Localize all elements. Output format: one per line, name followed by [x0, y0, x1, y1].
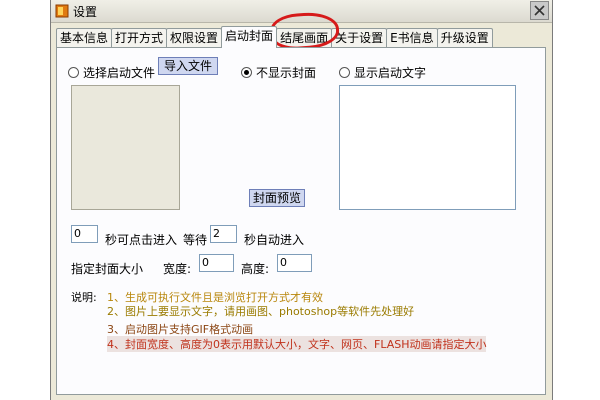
startup-text-area[interactable] — [339, 85, 516, 210]
notes-prefix: 说明: — [71, 291, 97, 304]
close-icon — [534, 5, 545, 16]
radio-show-text[interactable] — [339, 67, 350, 78]
tab-permissions[interactable]: 权限设置 — [166, 28, 223, 48]
tab-basic-info[interactable]: 基本信息 — [56, 28, 113, 48]
startup-cover-panel: 选择启动文件 导入文件 不显示封面 显示启动文字 封面预览 0 秒可点击进入 等… — [56, 47, 546, 395]
cover-preview-button[interactable]: 封面预览 — [249, 189, 305, 207]
height-input[interactable]: 0 — [277, 254, 312, 272]
height-label: 高度: — [241, 262, 270, 276]
click-seconds-label: 秒可点击进入 — [105, 233, 178, 247]
radio-show-text-label: 显示启动文字 — [354, 66, 427, 80]
auto-seconds-input[interactable]: 2 — [210, 225, 237, 243]
import-file-button[interactable]: 导入文件 — [158, 57, 218, 75]
radio-no-cover[interactable] — [241, 67, 252, 78]
cover-image-preview — [71, 85, 180, 210]
tab-about[interactable]: 关于设置 — [331, 28, 388, 48]
note-4: 4、封面宽度、高度为0表示用默认大小，文字、网页、FLASH动画请指定大小 — [107, 336, 487, 352]
note-2: 2、图片上要显示文字，请用画图、photoshop等软件先处理好 — [107, 305, 415, 318]
tab-bar: 基本信息 打开方式 权限设置 启动封面 结尾画面 关于设置 E书信息 升级设置 — [56, 26, 493, 48]
radio-select-file-label: 选择启动文件 — [83, 66, 156, 80]
auto-seconds-label: 秒自动进入 — [244, 233, 305, 247]
radio-select-file[interactable] — [68, 67, 79, 78]
tab-ebook-info[interactable]: E书信息 — [386, 28, 438, 48]
tab-upgrade[interactable]: 升级设置 — [436, 28, 493, 48]
click-seconds-input[interactable]: 0 — [71, 225, 98, 243]
tab-open-mode[interactable]: 打开方式 — [111, 28, 168, 48]
app-icon — [55, 4, 69, 18]
window-title: 设置 — [73, 5, 98, 19]
settings-window: 设置 基本信息 打开方式 权限设置 启动封面 结尾画面 关于设置 E书信息 升级… — [50, 0, 553, 400]
width-label: 宽度: — [163, 262, 192, 276]
close-button[interactable] — [530, 1, 549, 20]
width-input[interactable]: 0 — [199, 254, 234, 272]
wait-label: 等待 — [183, 233, 208, 247]
radio-no-cover-label: 不显示封面 — [256, 66, 317, 80]
cover-size-label: 指定封面大小 — [71, 262, 144, 276]
note-3: 3、启动图片支持GIF格式动画 — [107, 323, 254, 336]
tab-startup-cover[interactable]: 启动封面 — [221, 26, 278, 48]
